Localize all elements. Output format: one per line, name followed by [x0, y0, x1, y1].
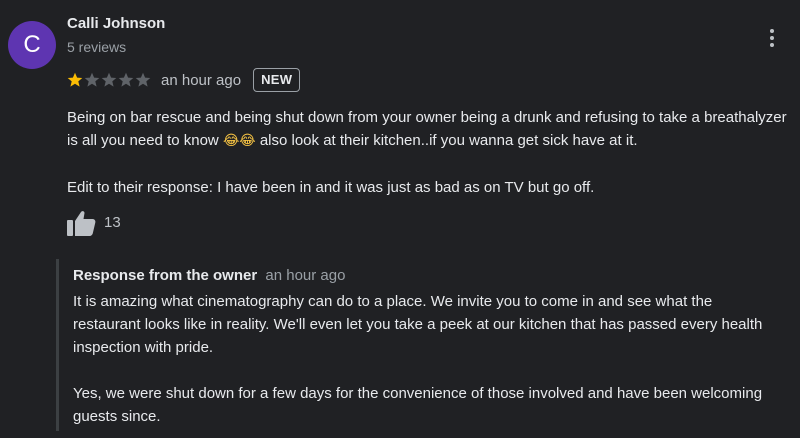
- reviewer-review-count: 5 reviews: [67, 39, 127, 55]
- avatar[interactable]: C: [8, 21, 56, 69]
- rating-row: an hour ago NEW: [67, 67, 301, 93]
- more-vertical-icon[interactable]: [764, 26, 780, 50]
- thumb-up-icon[interactable]: [67, 209, 96, 236]
- review-time: an hour ago: [161, 71, 242, 89]
- star-empty-icon: [135, 72, 151, 87]
- owner-response-time: an hour ago: [265, 267, 346, 284]
- like-row: 13: [67, 207, 121, 237]
- owner-response-label: Response from the owner: [73, 267, 258, 284]
- owner-response-paragraph-2: Yes, we were shut down for a few days fo…: [73, 385, 763, 425]
- avatar-initial: C: [23, 31, 41, 58]
- owner-response-text: It is amazing what cinematography can do…: [73, 290, 783, 428]
- star-filled-icon: [67, 72, 83, 87]
- like-count: 13: [104, 213, 121, 231]
- owner-response-paragraph-1: It is amazing what cinematography can do…: [73, 293, 763, 356]
- star-empty-icon: [84, 72, 100, 87]
- review-card: C Calli Johnson 5 reviews an hour ago NE…: [0, 0, 800, 438]
- review-text: Being on bar rescue and being shut down …: [67, 106, 787, 199]
- review-edit-paragraph: Edit to their response: I have been in a…: [67, 179, 595, 196]
- owner-response-header: Response from the owner an hour ago: [73, 267, 345, 284]
- owner-response: Response from the owner an hour ago It i…: [56, 259, 789, 431]
- new-badge: NEW: [253, 68, 301, 92]
- review-text-part-2: also look at their kitchen..if you wanna…: [255, 132, 638, 149]
- reviewer-name[interactable]: Calli Johnson: [67, 15, 165, 32]
- star-empty-icon: [101, 72, 117, 87]
- review-paragraph: Being on bar rescue and being shut down …: [67, 106, 787, 153]
- star-empty-icon: [118, 72, 134, 87]
- laughing-emoji: 😂😂: [222, 133, 256, 149]
- star-rating: [67, 72, 151, 88]
